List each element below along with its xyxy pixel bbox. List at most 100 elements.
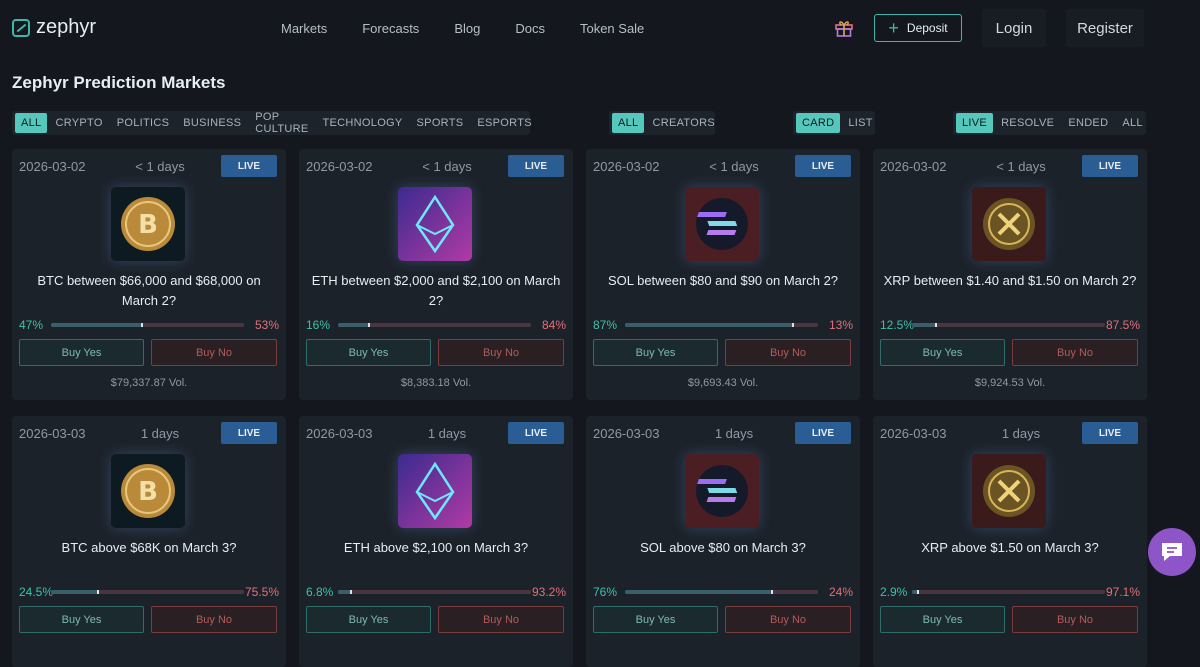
- eth-coin-icon: [398, 454, 472, 528]
- yes-percent: 16%: [306, 318, 331, 332]
- market-date: 2026-03-03: [880, 426, 947, 441]
- view-toggle: CARD LIST: [793, 111, 875, 135]
- page-title: Zephyr Prediction Markets: [12, 73, 226, 92]
- market-question[interactable]: BTC between $66,000 and $68,000 on March…: [18, 271, 280, 311]
- category-sports[interactable]: SPORTS: [411, 113, 470, 133]
- btc-coin-icon: B: [111, 454, 185, 528]
- time-remaining: < 1 days: [135, 159, 185, 174]
- no-percent: 84%: [541, 318, 566, 332]
- logo[interactable]: zephyr: [12, 16, 96, 39]
- time-remaining: 1 days: [427, 426, 467, 441]
- category-all[interactable]: ALL: [15, 113, 48, 133]
- yes-percent: 87%: [593, 318, 618, 332]
- market-date: 2026-03-03: [306, 426, 373, 441]
- chat-icon: [1162, 543, 1182, 561]
- market-question[interactable]: XRP above $1.50 on March 3?: [879, 538, 1141, 558]
- no-percent: 24%: [828, 585, 853, 599]
- svg-text:B: B: [138, 210, 158, 240]
- market-volume: $79,337.87 Vol.: [110, 377, 188, 389]
- no-percent: 97.1%: [1105, 585, 1140, 599]
- yes-percent: 12.5%: [880, 318, 915, 332]
- buy-no-button[interactable]: Buy No: [151, 606, 277, 633]
- market-question[interactable]: ETH between $2,000 and $2,100 on March 2…: [305, 271, 567, 311]
- no-percent: 53%: [254, 318, 279, 332]
- buy-no-button[interactable]: Buy No: [438, 606, 564, 633]
- buy-yes-button[interactable]: Buy Yes: [306, 606, 431, 633]
- no-percent: 93.2%: [531, 585, 566, 599]
- buy-no-button[interactable]: Buy No: [725, 339, 851, 366]
- live-badge: LIVE: [1082, 155, 1138, 177]
- chat-button[interactable]: [1148, 528, 1196, 576]
- buy-no-button[interactable]: Buy No: [151, 339, 277, 366]
- buy-yes-button[interactable]: Buy Yes: [593, 606, 718, 633]
- buy-yes-button[interactable]: Buy Yes: [593, 339, 718, 366]
- market-card[interactable]: 2026-03-02 < 1 days LIVE SOL between $80 an…: [586, 149, 860, 400]
- market-card[interactable]: 2026-03-03 1 days LIVE SOL above $80 on Mar…: [586, 416, 860, 667]
- yes-percent: 2.9%: [880, 585, 908, 599]
- no-percent: 87.5%: [1105, 318, 1140, 332]
- gift-icon[interactable]: [834, 18, 854, 38]
- login-button[interactable]: Login: [982, 9, 1046, 47]
- market-card[interactable]: 2026-03-03 1 days LIVE B BTC above $68K on M…: [12, 416, 286, 667]
- logo-icon: [12, 18, 30, 37]
- market-card[interactable]: 2026-03-03 1 days LIVE ETH above $2,100 on …: [299, 416, 573, 667]
- market-question[interactable]: ETH above $2,100 on March 3?: [305, 538, 567, 558]
- nav-link-token-sale[interactable]: Token Sale: [580, 21, 644, 36]
- live-badge: LIVE: [221, 155, 277, 177]
- time-remaining: < 1 days: [709, 159, 759, 174]
- buy-yes-button[interactable]: Buy Yes: [880, 339, 1005, 366]
- live-badge: LIVE: [508, 422, 564, 444]
- market-card[interactable]: 2026-03-03 1 days LIVE XRP above $1.50 on M…: [873, 416, 1147, 667]
- market-question[interactable]: SOL above $80 on March 3?: [592, 538, 854, 558]
- buy-yes-button[interactable]: Buy Yes: [19, 606, 144, 633]
- source-creators[interactable]: CREATORS: [646, 113, 721, 133]
- view-card[interactable]: CARD: [796, 113, 841, 133]
- svg-text:B: B: [138, 477, 158, 507]
- yes-percent: 47%: [19, 318, 44, 332]
- market-card[interactable]: 2026-03-02 < 1 days LIVE ETH between $2,000…: [299, 149, 573, 400]
- buy-no-button[interactable]: Buy No: [1012, 339, 1138, 366]
- category-pop-culture[interactable]: POP CULTURE: [249, 111, 314, 135]
- status-live[interactable]: LIVE: [956, 113, 994, 133]
- category-technology[interactable]: TECHNOLOGY: [317, 113, 409, 133]
- nav-link-forecasts[interactable]: Forecasts: [362, 21, 419, 36]
- btc-coin-icon: B: [111, 187, 185, 261]
- category-politics[interactable]: POLITICS: [111, 113, 176, 133]
- status-all[interactable]: ALL: [1116, 113, 1148, 133]
- market-question[interactable]: BTC above $68K on March 3?: [18, 538, 280, 558]
- category-esports[interactable]: ESPORTS: [471, 113, 537, 133]
- category-business[interactable]: BUSINESS: [177, 113, 247, 133]
- status-ended[interactable]: ENDED: [1062, 113, 1114, 133]
- nav-link-blog[interactable]: Blog: [454, 21, 480, 36]
- probability-bar: [338, 590, 531, 594]
- buy-no-button[interactable]: Buy No: [438, 339, 564, 366]
- view-list[interactable]: LIST: [842, 113, 878, 133]
- nav-link-docs[interactable]: Docs: [515, 21, 545, 36]
- buy-no-button[interactable]: Buy No: [1012, 606, 1138, 633]
- category-crypto[interactable]: CRYPTO: [49, 113, 108, 133]
- market-question[interactable]: SOL between $80 and $90 on March 2?: [592, 271, 854, 291]
- deposit-button[interactable]: + Deposit: [874, 14, 962, 42]
- market-date: 2026-03-02: [306, 159, 373, 174]
- source-all[interactable]: ALL: [612, 113, 645, 133]
- xrp-coin-icon: [972, 187, 1046, 261]
- sol-coin-icon: [685, 187, 759, 261]
- buy-yes-button[interactable]: Buy Yes: [306, 339, 431, 366]
- market-volume: $8,383.18 Vol.: [400, 377, 472, 389]
- buy-yes-button[interactable]: Buy Yes: [19, 339, 144, 366]
- register-button[interactable]: Register: [1066, 9, 1144, 47]
- market-card[interactable]: 2026-03-02 < 1 days LIVE XRP between $1.40 …: [873, 149, 1147, 400]
- time-remaining: 1 days: [714, 426, 754, 441]
- market-date: 2026-03-02: [593, 159, 660, 174]
- market-date: 2026-03-02: [19, 159, 86, 174]
- market-card[interactable]: 2026-03-02 < 1 days LIVE B BTC between $66,0…: [12, 149, 286, 400]
- buy-yes-button[interactable]: Buy Yes: [880, 606, 1005, 633]
- buy-no-button[interactable]: Buy No: [725, 606, 851, 633]
- eth-coin-icon: [398, 187, 472, 261]
- nav-link-markets[interactable]: Markets: [281, 21, 327, 36]
- live-badge: LIVE: [1082, 422, 1138, 444]
- status-resolve[interactable]: RESOLVE: [995, 113, 1060, 133]
- deposit-label: Deposit: [906, 21, 948, 35]
- plus-icon: +: [888, 18, 899, 38]
- market-question[interactable]: XRP between $1.40 and $1.50 on March 2?: [879, 271, 1141, 291]
